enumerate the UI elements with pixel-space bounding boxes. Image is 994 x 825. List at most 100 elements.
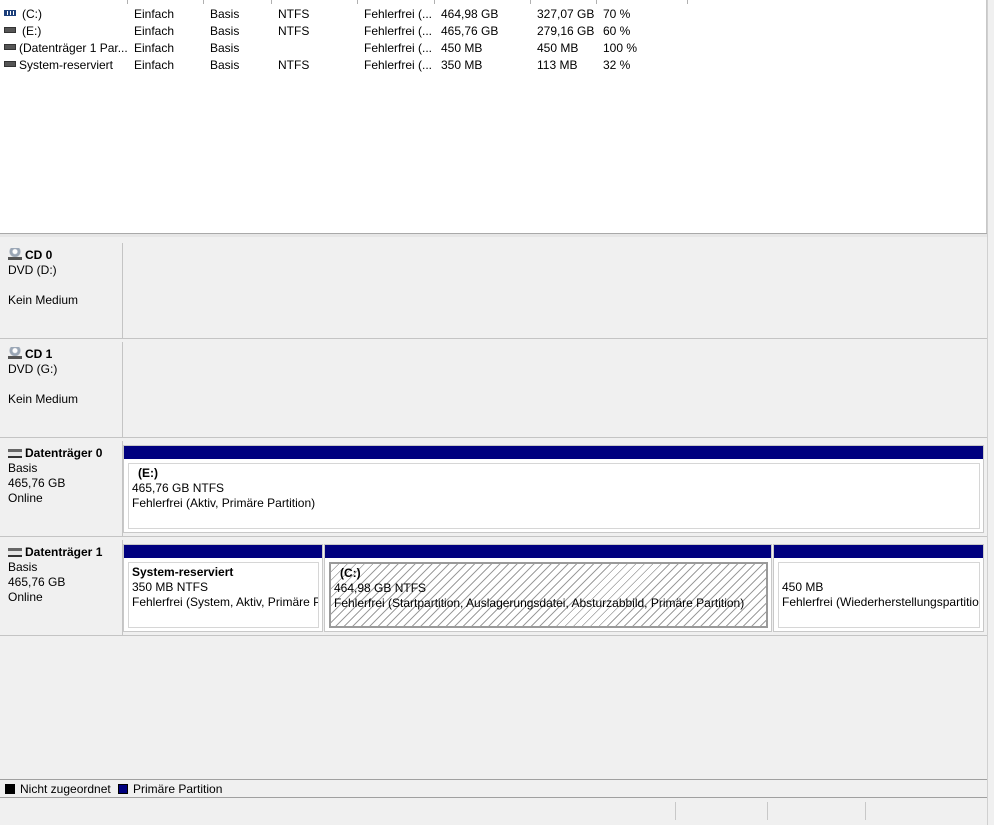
status-separator bbox=[865, 802, 866, 820]
volume-type: Basis bbox=[210, 7, 240, 21]
partition-recovery[interactable]: 450 MB Fehlerfrei (Wiederherstellungspar… bbox=[773, 544, 984, 632]
volume-row[interactable]: System-reserviert Einfach Basis NTFS Feh… bbox=[0, 56, 680, 73]
disk-type: Basis bbox=[8, 461, 38, 475]
volume-row[interactable]: (Datenträger 1 Par... Einfach Basis Fehl… bbox=[0, 39, 680, 56]
partition-details: (C:) 464,98 GB NTFS Fehlerfrei (Startpar… bbox=[329, 562, 768, 628]
unallocated-swatch bbox=[5, 784, 15, 794]
primary-partition-bar bbox=[124, 446, 983, 459]
volume-free-percent: 60 % bbox=[603, 24, 631, 38]
partition-title: System-reserviert bbox=[132, 565, 234, 579]
column-separator[interactable] bbox=[203, 0, 204, 4]
disk-label-cd1[interactable]: CD 1 DVD (G:) Kein Medium bbox=[0, 342, 123, 438]
disk-type: Basis bbox=[8, 560, 38, 574]
volume-type: Basis bbox=[210, 58, 240, 72]
vertical-scrollbar[interactable] bbox=[987, 0, 994, 825]
cd-drive-icon bbox=[8, 248, 22, 260]
partition-size: 350 MB NTFS bbox=[132, 580, 209, 594]
volume-filesystem: NTFS bbox=[278, 24, 310, 38]
disk-state: Online bbox=[8, 590, 43, 604]
column-separator[interactable] bbox=[687, 0, 688, 4]
primary-partition-bar bbox=[325, 545, 771, 558]
partition-title bbox=[782, 565, 979, 580]
column-separator[interactable] bbox=[596, 0, 597, 4]
disk-body-disk0: (E:) 465,76 GB NTFS Fehlerfrei (Aktiv, P… bbox=[123, 441, 987, 537]
volume-name: (C:) bbox=[22, 7, 42, 21]
legend-primary-label: Primäre Partition bbox=[133, 782, 223, 796]
partition-status: Fehlerfrei (Aktiv, Primäre Partition) bbox=[132, 496, 316, 510]
volume-layout: Einfach bbox=[134, 41, 175, 55]
disk-name: Datenträger 0 bbox=[25, 446, 103, 460]
column-separator[interactable] bbox=[434, 0, 435, 4]
disk-body-disk1: System-reserviert 350 MB NTFS Fehlerfrei… bbox=[123, 540, 987, 636]
disk-row-cd0[interactable]: CD 0 DVD (D:) Kein Medium bbox=[0, 243, 987, 339]
volume-free-space: 279,16 GB bbox=[537, 24, 595, 38]
volume-layout: Einfach bbox=[134, 7, 175, 21]
disk-size: 465,76 GB bbox=[8, 476, 66, 490]
disk-name: CD 0 bbox=[25, 248, 53, 262]
drive-letter: DVD (G:) bbox=[8, 362, 58, 376]
disk-state: Online bbox=[8, 491, 43, 505]
column-separator[interactable] bbox=[127, 0, 128, 4]
partition-status: Fehlerfrei (Wiederherstellungspartitio bbox=[782, 595, 979, 609]
disk-row-cd1[interactable]: CD 1 DVD (G:) Kein Medium bbox=[0, 342, 987, 438]
partition-c[interactable]: (C:) 464,98 GB NTFS Fehlerfrei (Startpar… bbox=[324, 544, 772, 632]
volume-name: (Datenträger 1 Par... bbox=[19, 41, 128, 55]
volume-type: Basis bbox=[210, 41, 240, 55]
volume-free-percent: 32 % bbox=[603, 58, 631, 72]
volume-layout: Einfach bbox=[134, 24, 175, 38]
partition-size: 465,76 GB NTFS bbox=[132, 481, 225, 495]
volume-free-percent: 70 % bbox=[603, 7, 631, 21]
cd-drive-icon bbox=[8, 347, 22, 359]
legend-unallocated-label: Nicht zugeordnet bbox=[20, 782, 111, 796]
disk-body-cd1 bbox=[123, 342, 987, 438]
partition-status: Fehlerfrei (Startpartition, Auslagerungs… bbox=[334, 596, 745, 610]
partition-e[interactable]: (E:) 465,76 GB NTFS Fehlerfrei (Aktiv, P… bbox=[123, 445, 984, 533]
status-bar bbox=[0, 799, 987, 825]
primary-partition-bar bbox=[774, 545, 983, 558]
hard-disk-icon bbox=[8, 449, 22, 458]
partition-details: (E:) 465,76 GB NTFS Fehlerfrei (Aktiv, P… bbox=[128, 463, 980, 529]
pane-splitter[interactable] bbox=[0, 233, 987, 237]
column-separator[interactable] bbox=[357, 0, 358, 4]
volume-status: Fehlerfrei (... bbox=[364, 41, 433, 55]
volume-list-header[interactable] bbox=[0, 0, 690, 4]
hard-disk-icon bbox=[8, 548, 22, 557]
volume-layout: Einfach bbox=[134, 58, 175, 72]
volume-icon bbox=[4, 44, 16, 50]
disk-size: 465,76 GB bbox=[8, 575, 66, 589]
disk-row-disk0[interactable]: Datenträger 0 Basis 465,76 GB Online (E:… bbox=[0, 441, 987, 537]
media-status: Kein Medium bbox=[8, 392, 79, 406]
volume-list[interactable]: (C:) Einfach Basis NTFS Fehlerfrei (... … bbox=[0, 0, 987, 233]
status-separator bbox=[675, 802, 676, 820]
partition-title: (E:) bbox=[138, 466, 158, 480]
volume-free-space: 113 MB bbox=[537, 58, 578, 72]
disk-row-disk1[interactable]: Datenträger 1 Basis 465,76 GB Online Sys… bbox=[0, 540, 987, 636]
disk-label-disk1[interactable]: Datenträger 1 Basis 465,76 GB Online bbox=[0, 540, 123, 636]
status-separator bbox=[767, 802, 768, 820]
disk-label-cd0[interactable]: CD 0 DVD (D:) Kein Medium bbox=[0, 243, 123, 339]
column-separator[interactable] bbox=[530, 0, 531, 4]
column-separator[interactable] bbox=[271, 0, 272, 4]
disk-map: CD 0 DVD (D:) Kein Medium CD 1 DVD (G:) … bbox=[0, 240, 987, 780]
partition-status: Fehlerfrei (System, Aktiv, Primäre P bbox=[132, 595, 319, 609]
primary-partition-bar bbox=[124, 545, 322, 558]
partition-system-reserved[interactable]: System-reserviert 350 MB NTFS Fehlerfrei… bbox=[123, 544, 323, 632]
volume-filesystem: NTFS bbox=[278, 7, 310, 21]
volume-row[interactable]: (E:) Einfach Basis NTFS Fehlerfrei (... … bbox=[0, 22, 680, 39]
volume-capacity: 450 MB bbox=[441, 41, 483, 55]
volume-free-space: 450 MB bbox=[537, 41, 579, 55]
striped-volume-icon bbox=[4, 10, 16, 16]
volume-status: Fehlerfrei (... bbox=[364, 58, 433, 72]
partition-details: 450 MB Fehlerfrei (Wiederherstellungspar… bbox=[778, 562, 980, 628]
volume-name: System-reserviert bbox=[19, 58, 114, 72]
disk-body-cd0 bbox=[123, 243, 987, 339]
volume-capacity: 350 MB bbox=[441, 58, 483, 72]
partition-details: System-reserviert 350 MB NTFS Fehlerfrei… bbox=[128, 562, 319, 628]
drive-letter: DVD (D:) bbox=[8, 263, 57, 277]
volume-name: (E:) bbox=[22, 24, 42, 38]
disk-label-disk0[interactable]: Datenträger 0 Basis 465,76 GB Online bbox=[0, 441, 123, 537]
volume-free-space: 327,07 GB bbox=[537, 7, 595, 21]
volume-row[interactable]: (C:) Einfach Basis NTFS Fehlerfrei (... … bbox=[0, 5, 680, 22]
volume-capacity: 464,98 GB bbox=[441, 7, 499, 21]
volume-icon bbox=[4, 61, 16, 67]
